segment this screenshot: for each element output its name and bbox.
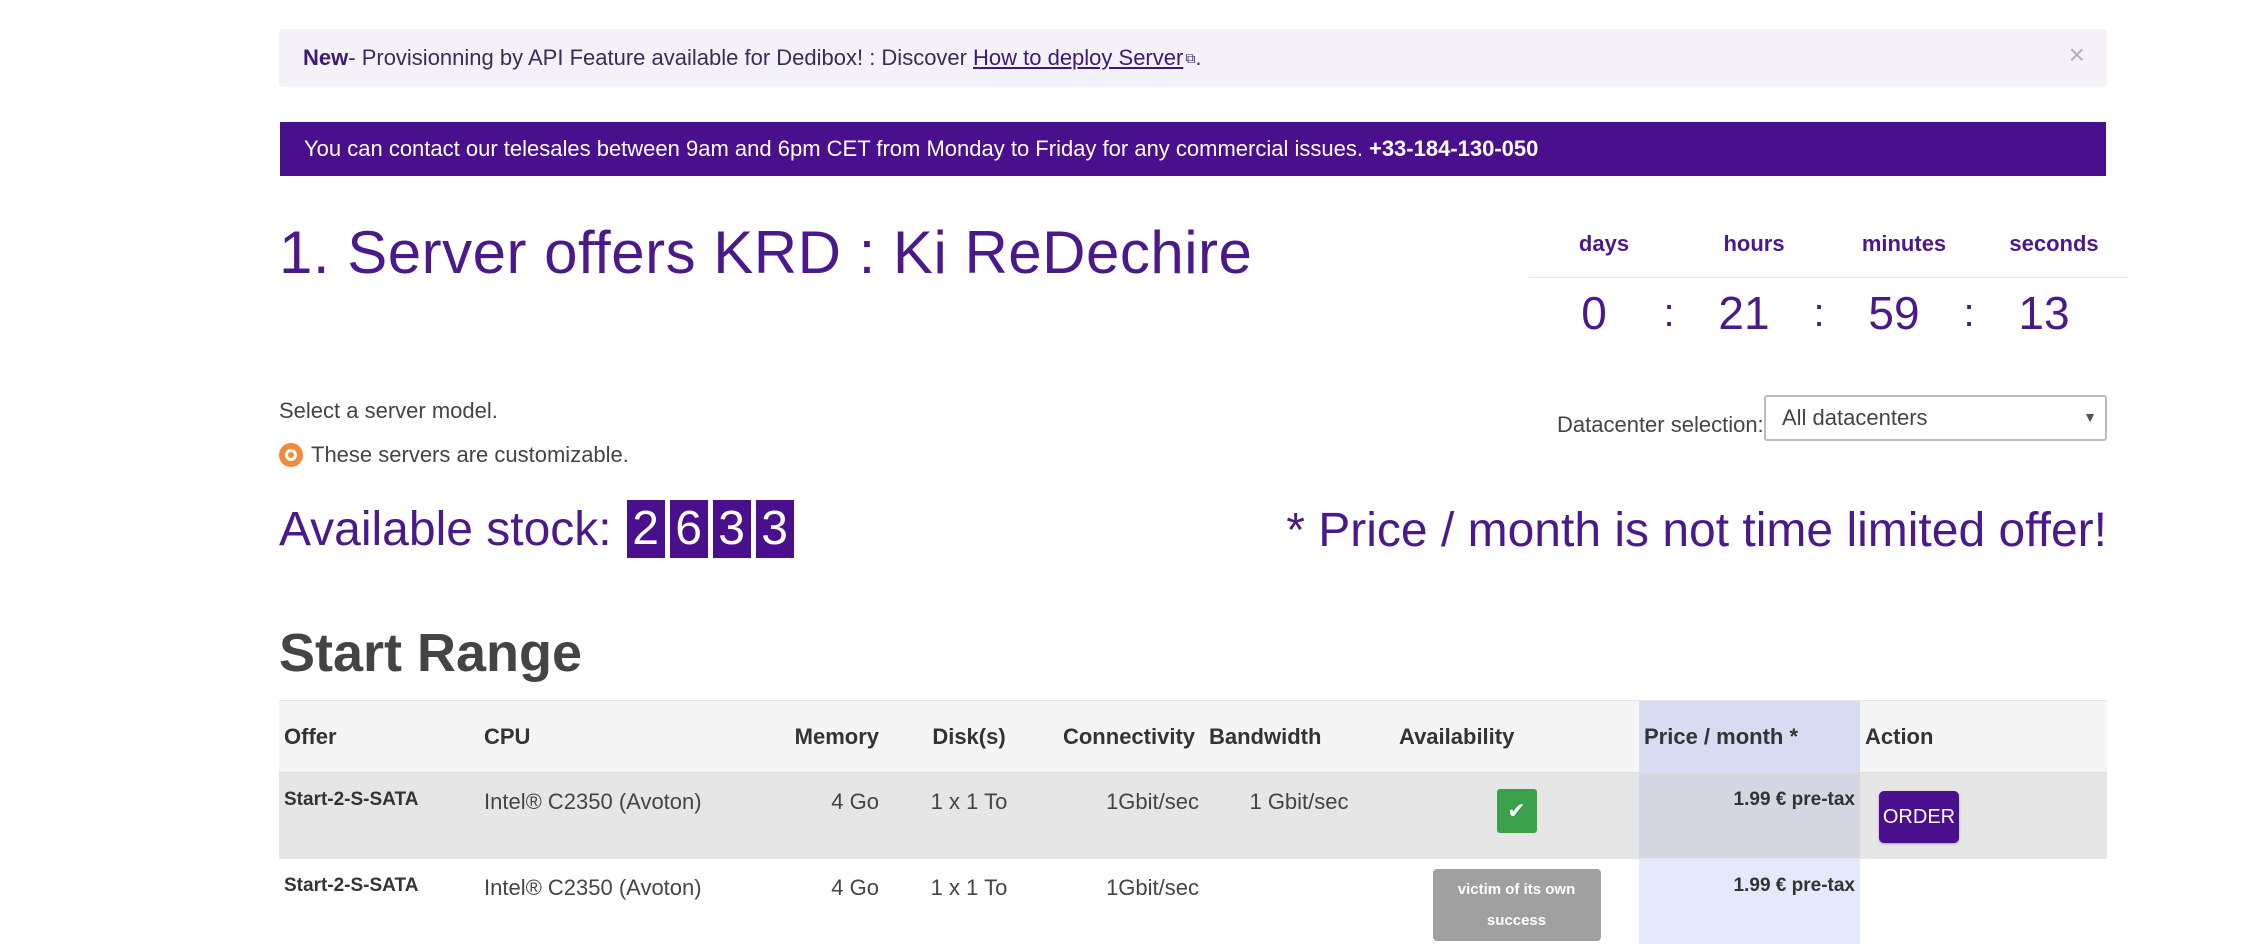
- telesales-text: You can contact our telesales between 9a…: [304, 136, 1363, 161]
- cell-cpu: Intel® C2350 (Avoton): [479, 858, 744, 944]
- header-bandwidth: Bandwidth: [1204, 700, 1394, 773]
- cell-disks: 1 x 1 To: [884, 772, 1054, 859]
- alert-new-label: New: [303, 45, 349, 70]
- available-stock: Available stock: 2 6 3 3: [279, 500, 794, 558]
- page-title: 1. Server offers KRD : Ki ReDechire: [279, 219, 1253, 286]
- cell-offer: Start-2-S-SATA: [279, 772, 479, 859]
- table-header-row: Offer CPU Memory Disk(s) Connectivity Ba…: [279, 700, 2107, 773]
- countdown-minutes: 59: [1868, 287, 1920, 339]
- table-row: Start-2-S-SATA Intel® C2350 (Avoton) 4 G…: [279, 858, 2107, 944]
- cell-offer: Start-2-S-SATA: [279, 858, 479, 944]
- countdown-label-seconds: seconds: [2009, 231, 2099, 256]
- caret-down-icon: ▼: [2083, 409, 2097, 425]
- countdown-separator: :: [1813, 290, 1825, 335]
- order-button[interactable]: ORDER: [1879, 791, 1959, 843]
- price-note: * Price / month is not time limited offe…: [1286, 504, 2107, 557]
- countdown-label-days: days: [1578, 231, 1630, 256]
- header-offer: Offer: [279, 700, 479, 773]
- countdown-values: 0 : 21 : 59 : 13: [1529, 278, 2129, 348]
- cell-action: [1860, 858, 2107, 944]
- customizable-text: These servers are customizable.: [311, 442, 629, 467]
- header-price: Price / month *: [1639, 700, 1860, 773]
- cell-memory: 4 Go: [744, 858, 884, 944]
- table-row: Start-2-S-SATA Intel® C2350 (Avoton) 4 G…: [279, 772, 2107, 859]
- cell-bandwidth: [1204, 858, 1394, 944]
- header-cpu: CPU: [479, 700, 744, 773]
- countdown-labels: days hours minutes seconds: [1529, 228, 2129, 278]
- countdown-label-hours: hours: [1723, 231, 1785, 256]
- header-memory: Memory: [744, 700, 884, 773]
- close-icon[interactable]: ×: [2069, 39, 2085, 71]
- countdown-seconds: 13: [2018, 287, 2070, 339]
- countdown-hours: 21: [1718, 287, 1770, 339]
- customizable-icon: [279, 443, 303, 467]
- telesales-phone: +33-184-130-050: [1368, 136, 1539, 161]
- datacenter-label: Datacenter selection:: [1557, 412, 1764, 437]
- countdown-timer: days hours minutes seconds 0 : 21 : 59 :…: [1529, 228, 2129, 348]
- external-link-icon: ⧉: [1185, 49, 1196, 66]
- countdown-label-minutes: minutes: [1861, 231, 1947, 256]
- stock-digits: 2 6 3 3: [622, 500, 794, 558]
- datacenter-select[interactable]: All datacenters ▼: [1764, 395, 2107, 441]
- new-feature-alert: New - Provisionning by API Feature avail…: [279, 29, 2107, 87]
- cell-availability: victim of its own success: [1394, 858, 1639, 944]
- offers-table: Offer CPU Memory Disk(s) Connectivity Ba…: [279, 700, 2107, 944]
- select-server-text: Select a server model.: [279, 398, 498, 423]
- range-title: Start Range: [279, 623, 583, 683]
- cell-connectivity: 1Gbit/sec: [1054, 772, 1204, 859]
- deploy-server-link[interactable]: How to deploy Server: [973, 45, 1183, 71]
- customizable-note: These servers are customizable.: [279, 442, 629, 468]
- alert-text: - Provisionning by API Feature available…: [348, 45, 967, 70]
- countdown-separator: :: [1963, 290, 1975, 335]
- header-action: Action: [1860, 700, 2107, 773]
- header-connectivity: Connectivity: [1054, 700, 1204, 773]
- cell-price: 1.99 € pre-tax: [1639, 858, 1860, 944]
- stock-digit: 3: [712, 500, 751, 558]
- cell-bandwidth: 1 Gbit/sec: [1204, 772, 1394, 859]
- page-container: New - Provisionning by API Feature avail…: [279, 0, 2129, 944]
- stock-digit: 2: [626, 500, 665, 558]
- check-icon: ✔: [1496, 789, 1537, 833]
- cell-availability: ✔: [1394, 772, 1639, 859]
- header-disks: Disk(s): [884, 700, 1054, 773]
- stock-digit: 3: [755, 500, 794, 558]
- cell-connectivity: 1Gbit/sec: [1054, 858, 1204, 944]
- cell-price: 1.99 € pre-tax: [1639, 772, 1860, 859]
- cell-memory: 4 Go: [744, 772, 884, 859]
- countdown-separator: :: [1663, 290, 1675, 335]
- datacenter-selected-value: All datacenters: [1782, 405, 1928, 430]
- countdown-days: 0: [1581, 287, 1607, 339]
- header-availability: Availability: [1394, 700, 1639, 773]
- stock-label: Available stock:: [279, 502, 612, 556]
- out-of-stock-badge: victim of its own success: [1432, 869, 1601, 941]
- stock-digit: 6: [669, 500, 708, 558]
- telesales-banner: You can contact our telesales between 9a…: [280, 122, 2106, 176]
- cell-cpu: Intel® C2350 (Avoton): [479, 772, 744, 859]
- cell-action: ORDER: [1860, 772, 2107, 859]
- cell-disks: 1 x 1 To: [884, 858, 1054, 944]
